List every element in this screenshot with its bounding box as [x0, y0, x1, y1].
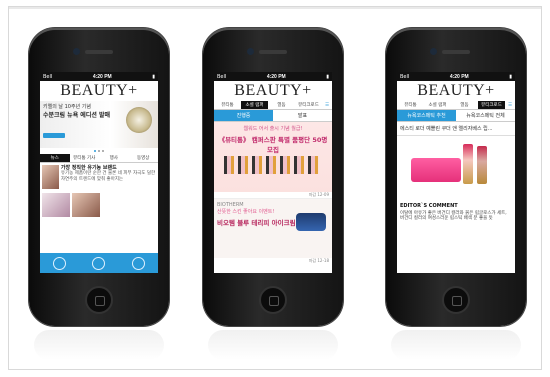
eye-cream-image [296, 213, 326, 231]
phone-2: Bell 4:20 PM ▮ BEAUTY + 뷰티통 소셜 럼퍼 열돔 뷰티크로… [203, 28, 343, 326]
cosmetic-tabs: 뉴욕코스메틱 추천 뉴욕코스메틱 전체 [397, 110, 515, 122]
editor-comment: EDITOR`S COMMENT 이탈에 아유가 좋은 버건디 컬러와 붉은 립… [397, 200, 515, 225]
menu-icon[interactable]: ☰ [505, 103, 515, 108]
tab-articles[interactable]: 뷰티통 기사 [70, 154, 100, 162]
nav-item[interactable]: 열돔 [268, 102, 295, 108]
speaker-grille [85, 50, 113, 54]
carrier-label: Bell [217, 73, 227, 80]
tab-ongoing[interactable]: 진행중 [214, 110, 273, 122]
editor-heading: EDITOR`S COMMENT [400, 203, 458, 209]
phone-1-screen: Bell 4:20 PM ▮ BEAUTY + 키엘의 날 10주년 기념 수분크… [40, 72, 158, 273]
event-tabs: 진행중 발표 [214, 110, 332, 122]
tv-icon[interactable] [131, 256, 145, 270]
news-thumbnail [42, 193, 70, 217]
event-card[interactable]: BIOTHERM 산뜻한 스킨 좋아요 이벤트! 비오템 블루 테리피 아이크림 [214, 198, 332, 258]
phone-3-screen: Bell 4:20 PM ▮ BEAUTY + 뷰티통 소셜 럼퍼 열돔 뷰티크로… [397, 72, 515, 273]
cream-jar-image [126, 107, 152, 133]
tab-videos[interactable]: 동영상 [129, 154, 159, 162]
tab-events[interactable]: 행사 [99, 154, 129, 162]
carrier-label: Bell [43, 73, 53, 80]
battery-icon: ▮ [152, 73, 155, 80]
lip-gloss-image [477, 146, 487, 184]
logo-text: BEAUTY [60, 82, 129, 99]
speaker-grille [442, 50, 470, 54]
screenshot-stage: Bell 4:20 PM ▮ BEAUTY + 키엘의 날 10주년 기념 수분크… [0, 0, 550, 377]
logo-plus: + [128, 82, 138, 99]
camera-icon [430, 48, 437, 55]
bottom-nav [40, 253, 158, 273]
logo-text: BEAUTY [417, 82, 486, 99]
bag-icon[interactable] [92, 256, 106, 270]
phone-reflection [34, 330, 164, 360]
battery-icon: ▮ [326, 73, 329, 80]
products-image [224, 156, 319, 174]
camera-icon [73, 48, 80, 55]
news-body: 유기농 제품이란 순한 건 물론 네 피부 자극도 덜한 자연주의 트렌드에 맞… [60, 171, 156, 182]
nav-item-active[interactable]: 소셜 럼퍼 [241, 101, 268, 109]
phone-2-screen: Bell 4:20 PM ▮ BEAUTY + 뷰티통 소셜 럼퍼 열돔 뷰티크로… [214, 72, 332, 273]
phone-3: Bell 4:20 PM ▮ BEAUTY + 뷰티통 소셜 럼퍼 열돔 뷰티크로… [386, 28, 526, 326]
event-headline: 웹워드 어서 출시 기념 월급! [243, 126, 303, 132]
news-text: 가장 정직한 유기농 브랜드 유기농 제품이란 순한 건 물론 네 피부 자극도… [61, 165, 156, 189]
nav-item[interactable]: 뷰티통 [214, 102, 241, 108]
app-logo[interactable]: BEAUTY + [40, 81, 158, 101]
news-thumbnail [72, 193, 100, 217]
battery-icon: ▮ [509, 73, 512, 80]
menu-icon[interactable]: ☰ [322, 103, 332, 108]
logo-plus: + [302, 82, 312, 99]
home-button[interactable] [442, 286, 470, 314]
speaker-grille [259, 50, 287, 54]
product-title[interactable]: 에스티 로더 예쁠린 쿠더 앤 엘리자베스 립... [397, 122, 515, 136]
home-button[interactable] [85, 286, 113, 314]
phone-1: Bell 4:20 PM ▮ BEAUTY + 키엘의 날 10주년 기념 수분크… [29, 28, 169, 326]
top-nav: 뷰티통 소셜 럼퍼 열돔 뷰티크로드 ☰ [214, 101, 332, 110]
clutch-bag-image [411, 158, 461, 182]
phone-reflection [391, 330, 521, 360]
status-time: 4:20 PM [92, 73, 112, 80]
news-thumbnail [42, 165, 59, 189]
nav-item[interactable]: 뷰티통 [397, 102, 424, 108]
event-date: 마감 12-18 [308, 258, 329, 263]
nav-item-active[interactable]: 뷰티크로드 [478, 101, 505, 109]
tab-announced[interactable]: 발표 [273, 110, 332, 122]
home-button[interactable] [259, 286, 287, 314]
event-title: 《뷰티통》 캠퍼스판 특별 품평단 50명 모집 [218, 136, 328, 154]
app-logo[interactable]: BEAUTY + [214, 81, 332, 101]
banner-cta-button[interactable] [43, 133, 65, 138]
logo-text: BEAUTY [234, 82, 303, 99]
list-item[interactable] [40, 191, 158, 219]
tab-news[interactable]: 뉴스 [40, 154, 70, 162]
home-icon[interactable] [53, 256, 67, 270]
top-rule [9, 7, 541, 9]
nav-item[interactable]: 열돔 [451, 102, 478, 108]
content-tabs: 뉴스 뷰티통 기사 행사 동영상 [40, 154, 158, 163]
status-bar: Bell 4:20 PM ▮ [214, 72, 332, 81]
app-logo[interactable]: BEAUTY + [397, 81, 515, 101]
status-bar: Bell 4:20 PM ▮ [40, 72, 158, 81]
status-time: 4:20 PM [449, 73, 469, 80]
logo-plus: + [485, 82, 495, 99]
lip-gloss-image [463, 144, 473, 184]
list-item[interactable]: 가장 정직한 유기농 브랜드 유기농 제품이란 순한 건 물론 네 피부 자극도… [40, 163, 158, 191]
status-time: 4:20 PM [266, 73, 286, 80]
event-card[interactable]: 웹워드 어서 출시 기념 월급! 《뷰티통》 캠퍼스판 특별 품평단 50명 모… [214, 122, 332, 192]
carrier-label: Bell [400, 73, 410, 80]
editor-body: 이탈에 아유가 좋은 버건디 컬러와 붉은 립글로스가 세트, 버건디 컬러의 … [400, 210, 507, 222]
nav-item[interactable]: 소셜 럼퍼 [424, 102, 451, 108]
product-image [397, 136, 515, 200]
nav-item[interactable]: 뷰티크로드 [295, 102, 322, 108]
tab-recommended[interactable]: 뉴욕코스메틱 추천 [397, 110, 456, 122]
phone-reflection [208, 330, 338, 360]
camera-icon [247, 48, 254, 55]
tab-all[interactable]: 뉴욕코스메틱 전체 [456, 110, 515, 122]
status-bar: Bell 4:20 PM ▮ [397, 72, 515, 81]
top-nav: 뷰티통 소셜 럼퍼 열돔 뷰티크로드 ☰ [397, 101, 515, 110]
hero-banner[interactable]: 키엘의 날 10주년 기념 수분크림 뉴욕 에디션 발매 [40, 101, 158, 148]
